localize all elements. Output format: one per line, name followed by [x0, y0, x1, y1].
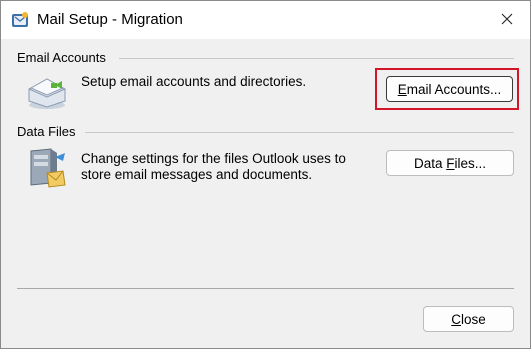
- email-accounts-button[interactable]: Email Accounts...: [386, 76, 513, 102]
- email-accounts-description: Setup email accounts and directories.: [81, 74, 307, 89]
- close-window-button[interactable]: [484, 1, 530, 39]
- data-files-button-label: Data Files...: [413, 155, 487, 171]
- data-files-group-line: [85, 132, 514, 133]
- envelope-icon: [25, 71, 69, 111]
- data-files-button[interactable]: Data Files...: [386, 150, 514, 176]
- data-files-description-line2: store email messages and documents.: [81, 167, 313, 182]
- window-title: Mail Setup - Migration: [37, 11, 183, 28]
- data-files-group-label: Data Files: [17, 124, 76, 139]
- close-button[interactable]: Close: [423, 306, 514, 332]
- footer-separator: [17, 288, 514, 289]
- mail-setup-icon: [11, 11, 29, 29]
- email-accounts-group-line: [119, 58, 514, 59]
- data-files-icon: [25, 145, 69, 191]
- close-button-label: Close: [451, 311, 486, 327]
- title-bar: Mail Setup - Migration: [1, 1, 530, 39]
- email-accounts-button-label: Email Accounts...: [397, 81, 502, 97]
- close-icon: [501, 13, 513, 28]
- mail-setup-window: Mail Setup - Migration Email Accounts Se…: [0, 0, 531, 349]
- email-accounts-group-label: Email Accounts: [17, 50, 106, 65]
